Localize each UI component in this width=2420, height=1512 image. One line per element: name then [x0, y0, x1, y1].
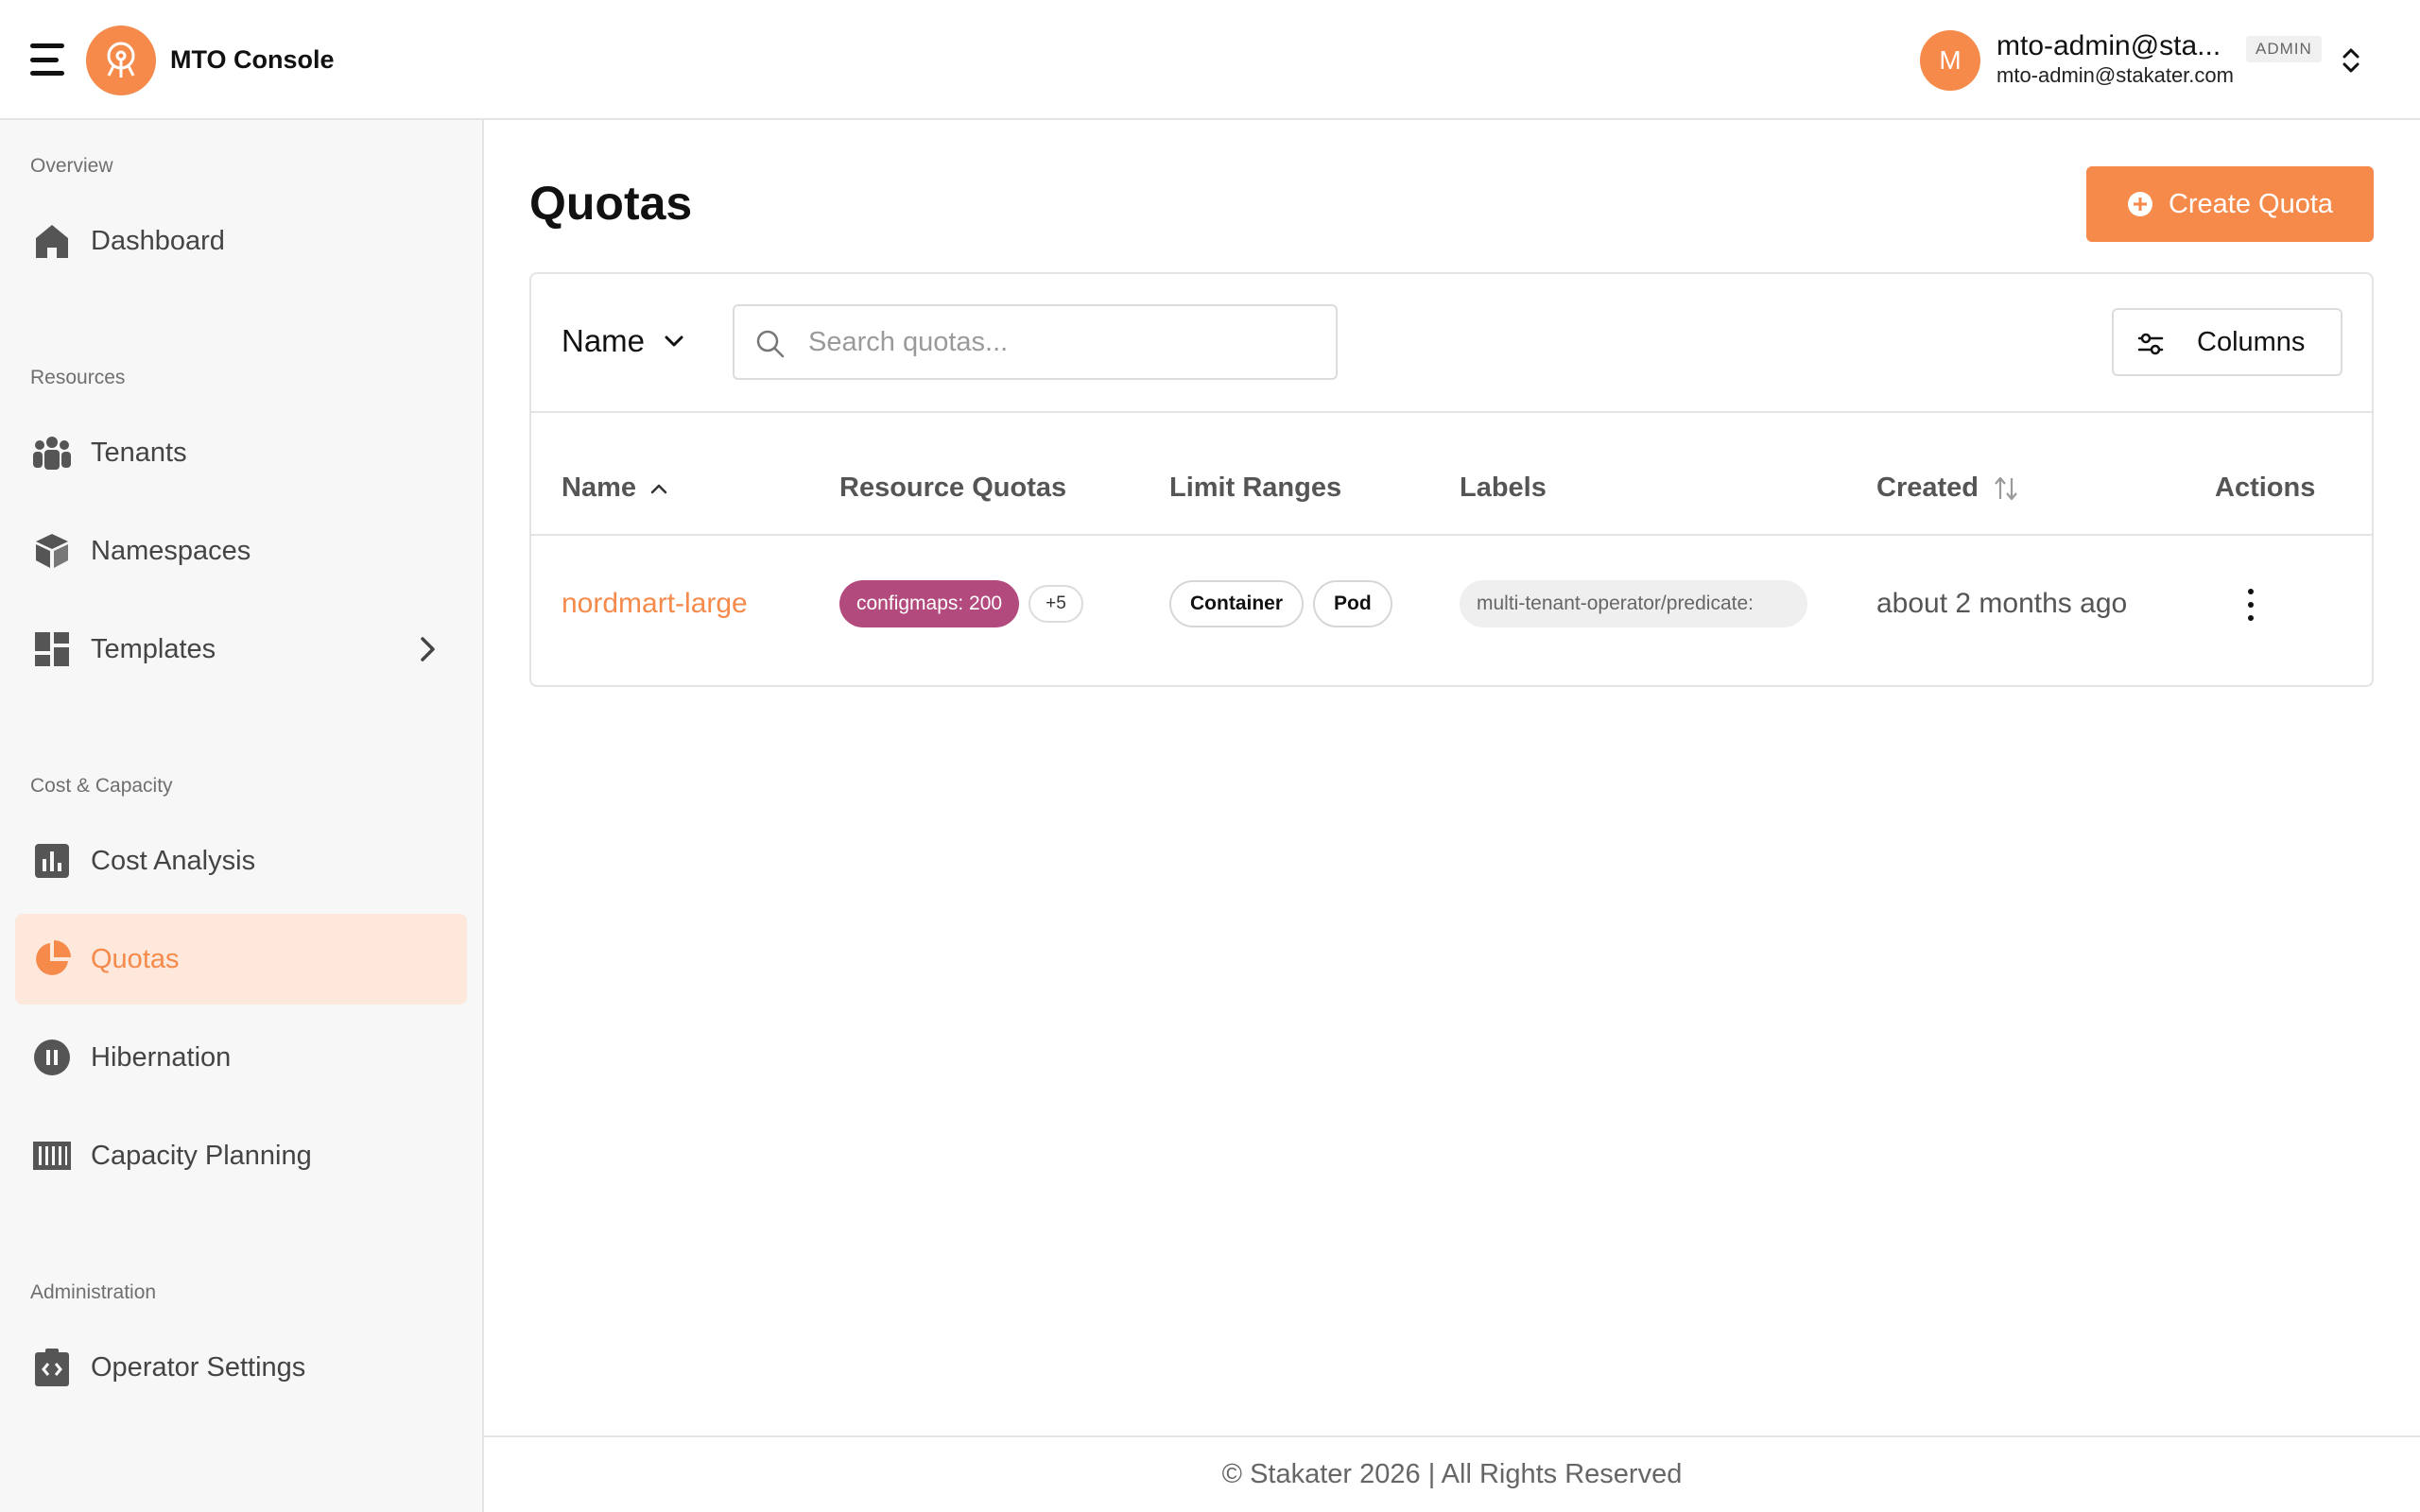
user-name: mto-admin@sta...	[1996, 30, 2221, 61]
header-divider	[531, 534, 2372, 536]
sidebar: Overview Dashboard Resources Tenants Nam…	[0, 120, 484, 1512]
home-icon	[32, 221, 72, 261]
columns-button[interactable]: Columns	[2112, 308, 2342, 376]
sidebar-item-label: Cost Analysis	[91, 845, 256, 876]
table-row-limit-ranges-cell: Container Pod	[1169, 580, 1402, 627]
sidebar-item-tenants[interactable]: Tenants	[15, 407, 467, 498]
label-chip: multi-tenant-operator/predicate:	[1460, 580, 1807, 627]
sidebar-item-hibernation[interactable]: Hibernation	[15, 1012, 467, 1103]
footer-text: © Stakater 2026 | All Rights Reserved	[1221, 1459, 1683, 1489]
sidebar-item-operator-settings[interactable]: Operator Settings	[15, 1322, 467, 1413]
sidebar-item-label: Hibernation	[91, 1041, 232, 1073]
column-header-label: Resource Quotas	[839, 472, 1067, 503]
app-logo	[86, 26, 156, 95]
page-title: Quotas	[529, 177, 693, 230]
table-row-labels-cell: multi-tenant-operator/predicate:	[1460, 580, 1807, 627]
bar-chart-icon	[32, 841, 72, 881]
quotas-table-card: Name Columns Name Resource Quotas Limit …	[529, 272, 2374, 687]
column-header-labels: Labels	[1460, 472, 1547, 504]
columns-label: Columns	[2197, 326, 2306, 357]
table-row-created-cell: about 2 months ago	[1876, 580, 2127, 627]
sidebar-item-label: Capacity Planning	[91, 1140, 312, 1171]
column-header-label: Actions	[2215, 472, 2316, 503]
plus-circle-icon	[2127, 192, 2152, 216]
limit-range-chip: Pod	[1313, 580, 1392, 627]
search-box	[733, 304, 1338, 380]
pause-circle-icon	[32, 1038, 72, 1077]
search-input[interactable]	[808, 306, 1319, 378]
quota-name-link[interactable]: nordmart-large	[562, 588, 748, 620]
column-header-limit-ranges: Limit Ranges	[1169, 472, 1341, 504]
top-bar: MTO Console M mto-admin@sta... ADMIN mto…	[0, 0, 2420, 120]
footer: © Stakater 2026 | All Rights Reserved	[484, 1435, 2420, 1512]
section-label-resources: Resources	[30, 367, 126, 388]
pie-chart-icon	[32, 939, 72, 979]
sort-ascending-icon	[650, 484, 667, 493]
cube-icon	[32, 531, 72, 571]
create-quota-label: Create Quota	[2168, 188, 2334, 219]
limit-range-chip: Container	[1169, 580, 1305, 627]
sidebar-item-label: Templates	[91, 633, 216, 664]
create-quota-button[interactable]: Create Quota	[2086, 166, 2374, 242]
sidebar-item-templates[interactable]: Templates	[15, 604, 467, 695]
sidebar-item-label: Tenants	[91, 437, 187, 468]
sidebar-item-capacity-planning[interactable]: Capacity Planning	[15, 1110, 467, 1201]
sidebar-item-dashboard[interactable]: Dashboard	[15, 196, 467, 286]
more-quotas-chip[interactable]: +5	[1028, 585, 1083, 623]
more-vertical-icon[interactable]	[2239, 589, 2262, 621]
search-icon	[756, 330, 785, 358]
table-row-resource-quotas-cell: configmaps: 200 +5	[839, 580, 1083, 627]
column-header-actions: Actions	[2215, 472, 2315, 504]
app-title: MTO Console	[170, 45, 335, 74]
chevron-up-down-icon[interactable]	[2337, 43, 2365, 77]
section-label-overview: Overview	[30, 155, 113, 177]
section-label-cost-capacity: Cost & Capacity	[30, 775, 173, 797]
column-header-label: Created	[1876, 472, 1979, 503]
chevron-right-icon	[421, 637, 435, 662]
dashboard-grid-icon	[32, 629, 72, 669]
search-field-value: Name	[562, 323, 646, 358]
sidebar-item-cost-analysis[interactable]: Cost Analysis	[15, 816, 467, 906]
column-header-label: Limit Ranges	[1169, 472, 1342, 503]
sidebar-item-label: Operator Settings	[91, 1351, 306, 1383]
column-header-resource-quotas: Resource Quotas	[839, 472, 1066, 504]
sidebar-item-label: Quotas	[91, 943, 180, 974]
sidebar-item-label: Namespaces	[91, 535, 251, 566]
sort-icon	[1995, 476, 2017, 500]
group-icon	[32, 433, 72, 472]
user-email: mto-admin@stakater.com	[1996, 63, 2234, 87]
column-header-created[interactable]: Created	[1876, 472, 2020, 504]
code-clipboard-icon	[32, 1348, 72, 1387]
chevron-down-icon	[665, 335, 683, 347]
toolbar-divider	[531, 411, 2372, 413]
avatar[interactable]: M	[1920, 30, 1980, 91]
sliders-icon	[2137, 333, 2164, 355]
section-label-administration: Administration	[30, 1281, 157, 1303]
barcode-icon	[32, 1136, 72, 1176]
column-header-label: Name	[562, 472, 636, 503]
sidebar-item-namespaces[interactable]: Namespaces	[15, 506, 467, 596]
logo-mark-icon	[107, 42, 135, 77]
column-header-label: Labels	[1460, 472, 1547, 503]
sidebar-item-label: Dashboard	[91, 225, 225, 256]
menu-icon[interactable]	[30, 43, 64, 76]
role-badge: ADMIN	[2246, 36, 2322, 62]
search-field-select[interactable]: Name	[562, 318, 684, 365]
column-header-name[interactable]: Name	[562, 472, 668, 504]
created-time: about 2 months ago	[1876, 588, 2128, 619]
resource-quota-chip: configmaps: 200	[839, 580, 1020, 627]
table-row-name-cell: nordmart-large	[562, 580, 748, 627]
sidebar-item-quotas[interactable]: Quotas	[15, 914, 467, 1005]
